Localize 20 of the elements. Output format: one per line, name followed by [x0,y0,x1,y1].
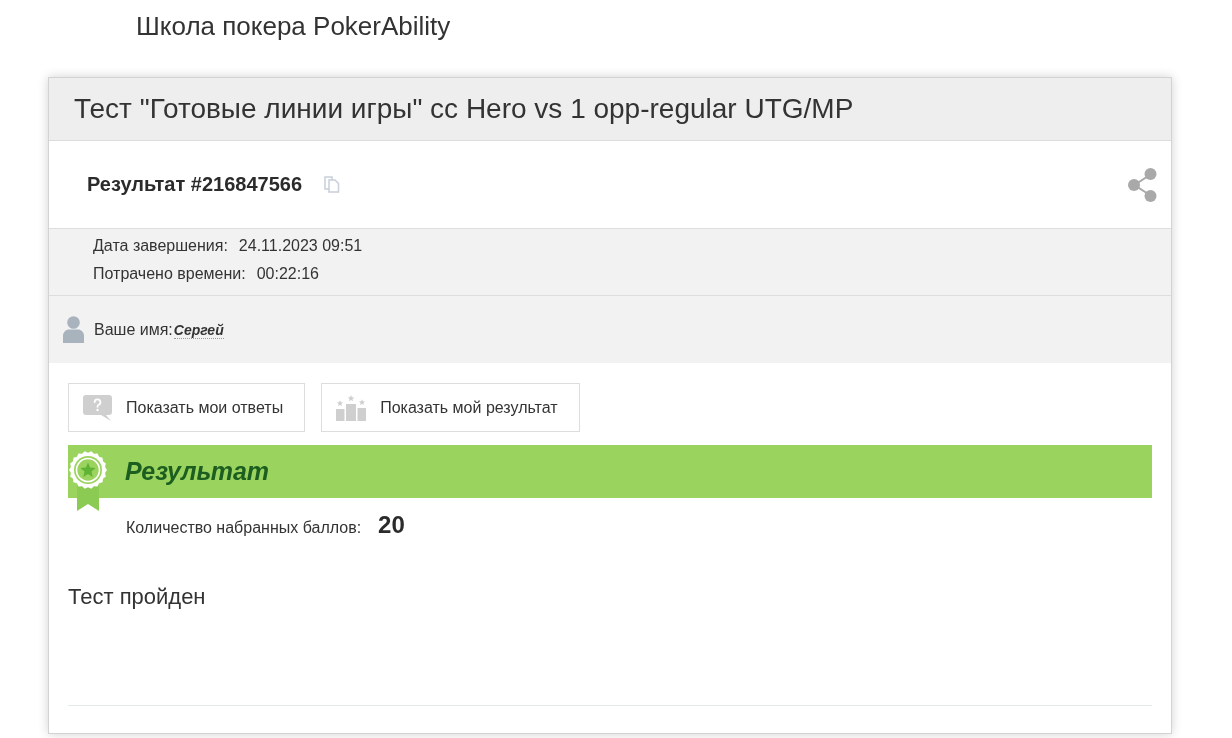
detail-label: Дата завершения: [93,236,228,256]
question-bubble-icon [83,394,112,421]
detail-label: Потрачено времени: [93,264,246,284]
detail-value: 24.11.2023 09:51 [238,236,363,256]
test-verdict: Тест пройден [68,584,207,610]
detail-value: 00:22:16 [256,264,319,284]
podium-icon [336,394,367,421]
share-icon[interactable] [1128,167,1157,202]
result-title: Результат [125,457,270,486]
copy-icon[interactable] [324,176,340,193]
user-name[interactable]: Сергей [173,321,224,339]
result-heading: Результат #216847566 [87,173,302,196]
show-answers-button[interactable]: Показать мои ответы [68,383,306,432]
name-label: Ваше имя: [94,320,173,339]
show-result-button[interactable]: Показать мой результат [321,383,580,432]
score-label: Количество набранных баллов: [126,519,362,537]
user-icon [63,316,84,343]
test-title: Тест "Готовые линии игры" cc Hero vs 1 opp-regular UTG/MP [74,92,854,126]
score-value: 20 [378,511,405,539]
site-title: Школа покера PokerAbility [136,10,451,42]
